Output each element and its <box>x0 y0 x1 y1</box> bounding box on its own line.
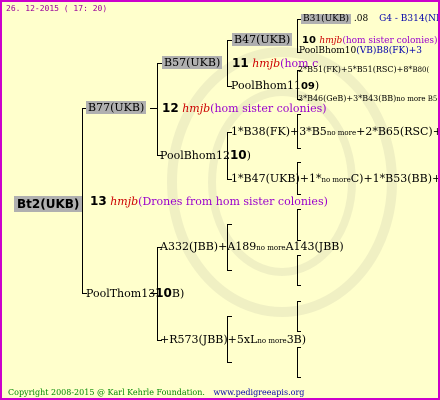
ssdd-queen[interactable]: 3*B46(GeB)+3*B43(BB)no more B5( <box>298 94 438 103</box>
root-details: 13 hmjb(Drones from hom sister colonies) <box>90 194 328 208</box>
ssds-queen[interactable]: 2*B51(FK)+5*B51(RSC)+8*B80( <box>298 65 429 74</box>
sire-sire-queen[interactable]: B57(UKB) <box>162 56 223 69</box>
dam-dam-queen[interactable]: +R573(JBB)+5xLno more3B) <box>160 333 306 346</box>
sssd-queen[interactable]: PoolBhom10(VB)B8(FK)+3 <box>299 46 422 56</box>
sss-details: 10 hmjb(hom sister colonies) <box>302 35 438 46</box>
dam-sire-queen[interactable]: A332(JBB)+A189no moreA143(JBB) <box>160 240 344 253</box>
sire-dam-queen[interactable]: PoolBhom1210) <box>160 148 251 162</box>
footer-copyright: Copyright 2008-2015 @ Karl Kehrle Founda… <box>8 388 305 397</box>
ssd-queen[interactable]: PoolBhom1109) <box>231 79 319 92</box>
dam-queen[interactable]: PoolThom1310B) <box>86 286 184 300</box>
root-queen[interactable]: Bt2(UKB) <box>14 193 83 212</box>
sire-queen[interactable]: B77(UKB) <box>86 101 147 114</box>
print-date: 26. 12-2015 ( 17: 20) <box>6 4 108 13</box>
ssss-queen[interactable]: B31(UKB) .08 G4 - B314(NE) <box>301 14 438 24</box>
pedigree-frame: 26. 12-2015 ( 17: 20) Bt2(UKB) 13 hmjb(D… <box>0 0 440 400</box>
sire-bracket-line <box>157 63 158 156</box>
sire-queen-id: B77(UKB) <box>86 101 147 114</box>
root-queen-id: Bt2(UKB) <box>14 196 83 212</box>
footer-link[interactable]: www.pedigreeapis.org <box>213 388 304 397</box>
sds-queen[interactable]: 1*B38(FK)+3*B5no more+2*B65(RSC)+3*B3 <box>231 125 438 138</box>
sire-details: 12 hmjb(hom sister colonies) <box>162 101 327 115</box>
sdd-queen[interactable]: 1*B47(UKB)+1*no moreC)+1*B53(BB)+1* <box>231 172 438 185</box>
sss-queen[interactable]: B47(UKB) <box>232 33 293 46</box>
